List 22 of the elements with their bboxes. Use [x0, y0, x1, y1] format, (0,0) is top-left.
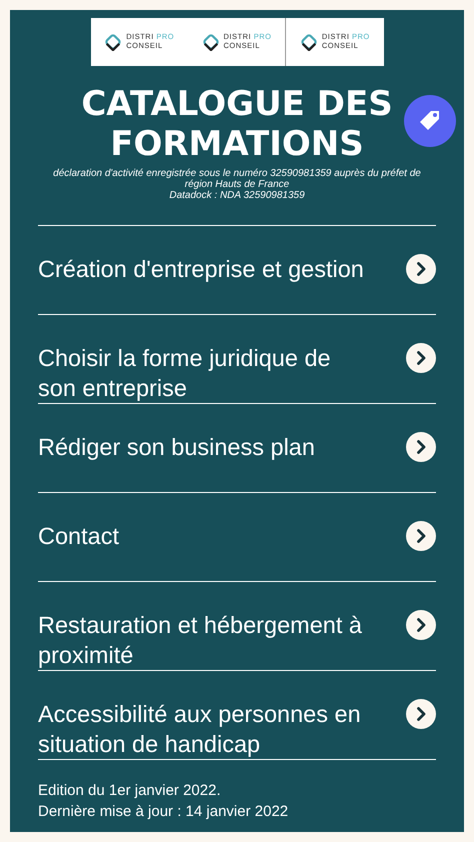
menu-link[interactable]: Choisir la forme juridique de son entreprise [38, 315, 436, 404]
declaration-text: Datadock : NDA 32590981359 [168, 190, 306, 201]
chevron-right-icon [406, 254, 436, 284]
menu-link[interactable]: Contact [38, 493, 436, 582]
tag-button[interactable] [404, 95, 456, 147]
menu-link[interactable]: Rédiger son business plan [38, 404, 436, 493]
chevron-right-icon [406, 432, 436, 462]
chevron-right-icon [406, 610, 436, 640]
tag-icon [418, 109, 442, 133]
chevron-right-icon [406, 521, 436, 551]
menu-link[interactable]: Création d'entreprise et gestion [38, 226, 436, 315]
footer-text: Dernière mise à jour : 14 janvier 2022 [38, 802, 290, 822]
footer-text: Edition du 1er janvier 2022. [38, 781, 222, 801]
page-title: CATALOGUE DES FORMATIONS [80, 84, 394, 164]
chevron-right-icon [406, 343, 436, 373]
chevron-right-icon [406, 699, 436, 729]
logo-icon [104, 33, 122, 51]
menu-link[interactable]: Restauration et hébergement à proximité [38, 582, 436, 671]
menu-link[interactable]: Accessibilité aux personnes en situation de handicap [38, 671, 436, 760]
declaration-text: déclaration d'activité enregistrée sous le numéro 32590981359 auprès du préfet de région Hauts de France [52, 168, 422, 190]
logo-icon [202, 33, 220, 51]
logo-icon [300, 33, 318, 51]
